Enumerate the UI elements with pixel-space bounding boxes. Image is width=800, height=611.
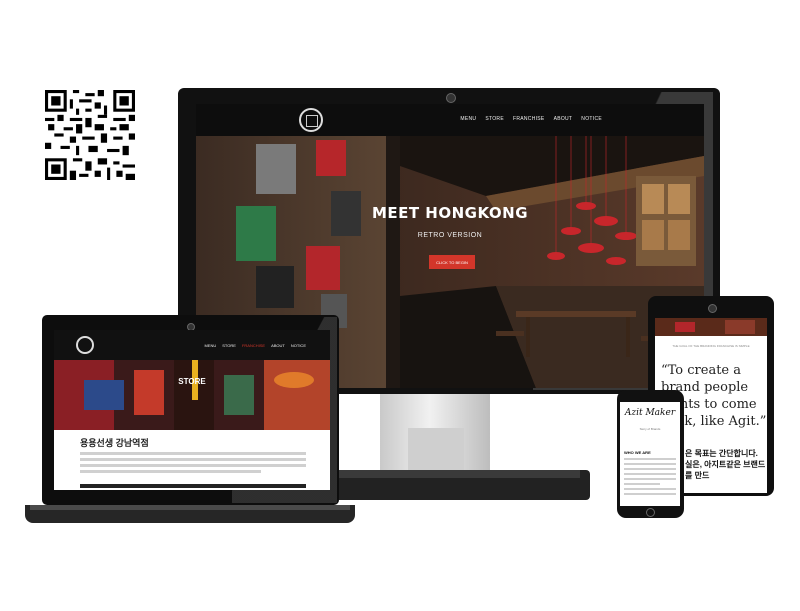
tablet-camera [708,304,717,313]
phone-home-button[interactable] [646,508,655,517]
hero-title: MEET HONGKONG [371,204,529,222]
laptop-menu-item-store[interactable]: STORE [222,343,236,348]
laptop-screen: MENU STORE FRANCHISE ABOUT NOTICE STORE … [54,330,330,490]
cta-button[interactable]: CLICK TO BEGIN [429,255,475,269]
laptop-menu-item-franchise[interactable]: FRANCHISE [242,343,265,348]
laptop-site-logo[interactable] [76,336,94,354]
phone-section-heading: WHO WE ARE [624,450,651,455]
monitor-camera [446,93,456,103]
site-menu: MENU STORE FRANCHISE ABOUT NOTICE [460,116,602,122]
store-description [80,452,306,476]
phone-body-text [624,458,676,498]
monitor-stand-base-top [330,470,580,478]
menu-item-about[interactable]: ABOUT [554,116,573,122]
laptop-hero-image [54,360,330,430]
phone-title: Azit Maker [624,408,676,418]
site-navbar: MENU STORE FRANCHISE ABOUT NOTICE [196,104,704,136]
phone-subtitle: Story of Brands [639,427,661,431]
store-name-heading: 용용선생 강남역점 [80,438,149,448]
menu-item-menu[interactable]: MENU [460,116,476,122]
tablet-korean-text: 은 목표는 간단합니다. 실은, 아지트같은 브랜드를 만드 [685,449,766,480]
laptop-menu-item-menu[interactable]: MENU [204,343,216,348]
menu-item-franchise[interactable]: FRANCHISE [513,116,545,122]
phone-screen: Azit Maker Story of Brands WHO WE ARE [620,402,680,506]
monitor-stand-inner [408,428,464,470]
hero-subtitle: RETRO VERSION [417,232,483,239]
laptop-menu-item-about[interactable]: ABOUT [271,343,285,348]
laptop-footer-bar [80,484,306,488]
site-logo[interactable] [299,108,323,132]
laptop-menu-item-notice[interactable]: NOTICE [291,343,306,348]
laptop-navbar: MENU STORE FRANCHISE ABOUT NOTICE [54,330,330,360]
menu-item-store[interactable]: STORE [485,116,504,122]
laptop-store-title: STORE [178,377,206,386]
tablet-header-image [655,318,767,336]
qr-code [45,90,135,180]
tablet-intro-text: THE GOAL OF THE BRANDING FRANCHISE IS SI… [672,344,750,348]
laptop-menu: MENU STORE FRANCHISE ABOUT NOTICE [204,343,306,348]
menu-item-notice[interactable]: NOTICE [581,116,602,122]
laptop-base-edge [30,505,350,510]
